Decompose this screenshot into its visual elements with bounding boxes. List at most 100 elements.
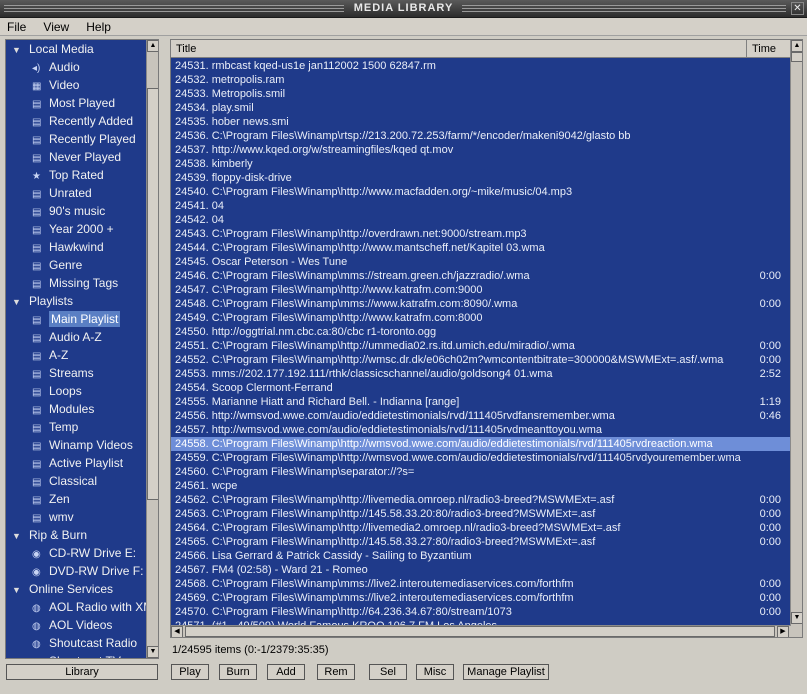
add-button[interactable]: Add [267,664,305,680]
tree-item[interactable]: ▤ Never Played [6,148,146,166]
playlist-row[interactable]: 24559. C:\Program Files\Winamp\http://wm… [171,451,791,465]
playlist-row[interactable]: 24558. C:\Program Files\Winamp\http://wm… [171,437,791,451]
playlist-row[interactable]: 24560. C:\Program Files\Winamp\separator… [171,465,791,479]
tree-item[interactable]: ▤ Unrated [6,184,146,202]
tree-item[interactable]: ▤ Main Playlist [6,310,146,328]
tree-item[interactable]: ◂) Audio [6,58,146,76]
tree-category[interactable]: ▼ Playlists [6,292,146,310]
tree-item[interactable]: ▤ Recently Added [6,112,146,130]
tree-scrollbar[interactable]: ▲ ▼ [146,40,158,658]
playlist-row[interactable]: 24544. C:\Program Files\Winamp\http://ww… [171,241,791,255]
tree-item[interactable]: ▤ Year 2000 + [6,220,146,238]
playlist-row[interactable]: 24535. hober news.smi [171,115,791,129]
tree-item[interactable]: ▤ Audio A-Z [6,328,146,346]
playlist-row[interactable]: 24555. Marianne Hiatt and Richard Bell. … [171,395,791,409]
playlist-row[interactable]: 24537. http://www.kqed.org/w/streamingfi… [171,143,791,157]
playlist-row[interactable]: 24563. C:\Program Files\Winamp\http://14… [171,507,791,521]
playlist-row[interactable]: 24554. Scoop Clermont-Ferrand [171,381,791,395]
playlist-row[interactable]: 24569. C:\Program Files\Winamp\mms://liv… [171,591,791,605]
scroll-up-icon[interactable]: ▲ [147,40,158,52]
remove-button[interactable]: Rem [317,664,355,680]
playlist-row[interactable]: 24551. C:\Program Files\Winamp\http://um… [171,339,791,353]
tree-item[interactable]: ▤ Loops [6,382,146,400]
playlist-row[interactable]: 24568. C:\Program Files\Winamp\mms://liv… [171,577,791,591]
list-scroll-down-icon[interactable]: ▼ [791,612,802,624]
playlist-row[interactable]: 24547. C:\Program Files\Winamp\http://ww… [171,283,791,297]
playlist-row[interactable]: 24564. C:\Program Files\Winamp\http://li… [171,521,791,535]
playlist-row[interactable]: 24549. C:\Program Files\Winamp\http://ww… [171,311,791,325]
menu-file[interactable]: File [0,18,33,36]
playlist-row[interactable]: 24542. 04 [171,213,791,227]
list-scroll-up-icon[interactable]: ▲ [791,40,802,52]
title-bar[interactable]: MEDIA LIBRARY ✕ [0,0,807,18]
play-button[interactable]: Play [171,664,209,680]
tree-category[interactable]: ▼ Online Services [6,580,146,598]
playlist-row[interactable]: 24541. 04 [171,199,791,213]
tree-item[interactable]: ▤ Hawkwind [6,238,146,256]
column-title[interactable]: Title [171,40,747,58]
scroll-right-icon[interactable]: ▶ [777,626,789,637]
playlist-row[interactable]: 24561. wcpe [171,479,791,493]
select-button[interactable]: Sel [369,664,407,680]
tree-item[interactable]: ▤ Zen [6,490,146,508]
library-button[interactable]: Library [6,664,158,680]
list-scrollbar[interactable]: ▲ ▼ [790,40,802,637]
playlist-row[interactable]: 24550. http://oggtrial.nm.cbc.ca:80/cbc … [171,325,791,339]
expand-arrow-icon[interactable]: ▼ [12,293,29,310]
playlist-row[interactable]: 24538. kimberly [171,157,791,171]
tree-item[interactable]: ◉ DVD-RW Drive F: [6,562,146,580]
playlist-row[interactable]: 24565. C:\Program Files\Winamp\http://14… [171,535,791,549]
playlist-row[interactable]: 24556. http://wmsvod.wwe.com/audio/eddie… [171,409,791,423]
tree-item[interactable]: ▤ Missing Tags [6,274,146,292]
tree-item[interactable]: ▤ wmv [6,508,146,526]
tree-item[interactable]: ◍ AOL Radio with XM [6,598,146,616]
playlist-row[interactable]: 24566. Lisa Gerrard & Patrick Cassidy - … [171,549,791,563]
tree-item[interactable]: ◍ AOL Videos [6,616,146,634]
playlist-row[interactable]: 24534. play.smil [171,101,791,115]
playlist-row[interactable]: 24539. floppy-disk-drive [171,171,791,185]
playlist-row[interactable]: 24532. metropolis.ram [171,73,791,87]
playlist-row[interactable]: 24548. C:\Program Files\Winamp\mms://www… [171,297,791,311]
tree-item[interactable]: ▦ Video [6,76,146,94]
tree-item[interactable]: ▤ Classical [6,472,146,490]
playlist-row[interactable]: 24546. C:\Program Files\Winamp\mms://str… [171,269,791,283]
playlist-row[interactable]: 24562. C:\Program Files\Winamp\http://li… [171,493,791,507]
playlist-row[interactable]: 24567. FM4 (02:58) - Ward 21 - Romeo [171,563,791,577]
list-hscroll-thumb[interactable] [185,626,775,637]
tree-item[interactable]: ★ Top Rated [6,166,146,184]
playlist-row[interactable]: 24540. C:\Program Files\Winamp\http://ww… [171,185,791,199]
expand-arrow-icon[interactable]: ▼ [12,41,29,58]
tree-item[interactable]: ▤ Genre [6,256,146,274]
playlist-row[interactable]: 24545. Oscar Peterson - Wes Tune [171,255,791,269]
playlist-row[interactable]: 24531. rmbcast kqed-us1e jan112002 1500 … [171,59,791,73]
tree-category[interactable]: ▼ Local Media [6,40,146,58]
tree-category[interactable]: ▼ Rip & Burn [6,526,146,544]
playlist-row[interactable]: 24536. C:\Program Files\Winamp\rtsp://21… [171,129,791,143]
tree-item[interactable]: ▤ 90's music [6,202,146,220]
playlist-row[interactable]: 24557. http://wmsvod.wwe.com/audio/eddie… [171,423,791,437]
expand-arrow-icon[interactable]: ▼ [12,581,29,598]
tree-item[interactable]: ◍Shoutcast TV [6,652,146,658]
scroll-down-icon[interactable]: ▼ [147,646,158,658]
burn-button[interactable]: Burn [219,664,257,680]
playlist-row[interactable]: 24533. Metropolis.smil [171,87,791,101]
playlist-row[interactable]: 24553. mms://202.177.192.111/rthk/classi… [171,367,791,381]
tree-item[interactable]: ▤ A-Z [6,346,146,364]
tree-scroll-thumb[interactable] [147,88,158,500]
column-time[interactable]: Time [747,40,791,58]
list-hscrollbar[interactable]: ◀ ▶ [171,625,791,637]
tree-item[interactable]: ▤ Modules [6,400,146,418]
menu-help[interactable]: Help [79,18,118,36]
tree-item[interactable]: ▤ Active Playlist [6,454,146,472]
tree-item[interactable]: ▤ Streams [6,364,146,382]
playlist-row[interactable]: 24570. C:\Program Files\Winamp\http://64… [171,605,791,619]
misc-button[interactable]: Misc [416,664,454,680]
expand-arrow-icon[interactable]: ▼ [12,527,29,544]
menu-view[interactable]: View [36,18,76,36]
scroll-left-icon[interactable]: ◀ [171,626,183,637]
manage-playlist-button[interactable]: Manage Playlist [463,664,549,680]
tree-item[interactable]: ▤ Most Played [6,94,146,112]
playlist-row[interactable]: 24543. C:\Program Files\Winamp\http://ov… [171,227,791,241]
list-scroll-thumb[interactable] [791,52,802,62]
tree-item[interactable]: ◍ Shoutcast Radio [6,634,146,652]
